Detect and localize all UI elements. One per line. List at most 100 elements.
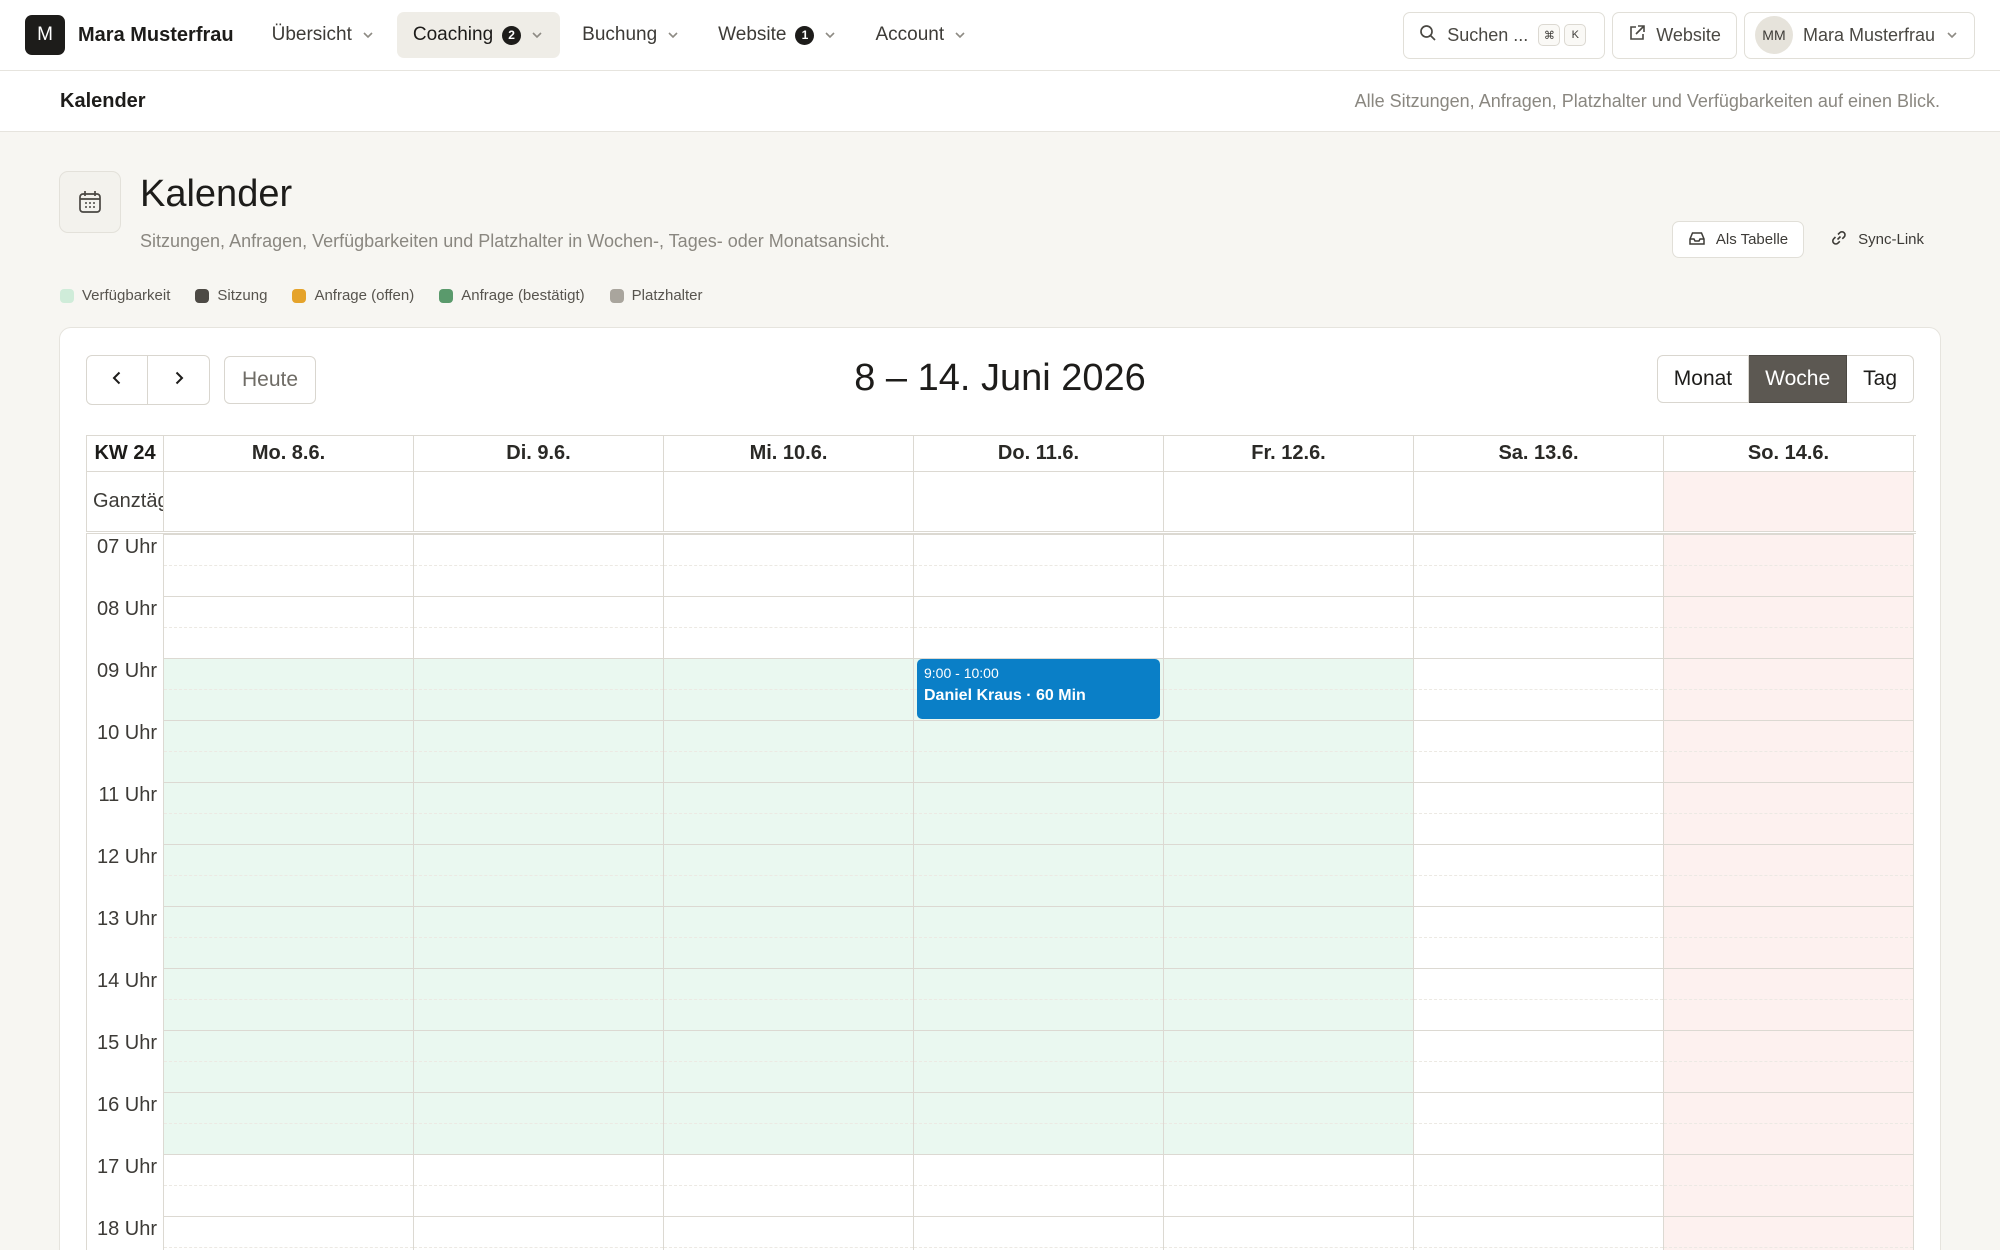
nav-item-buchung[interactable]: Buchung bbox=[566, 12, 696, 58]
chevron-down-icon bbox=[1945, 28, 1959, 42]
legend: Verfügbarkeit Sitzung Anfrage (offen) An… bbox=[60, 287, 703, 304]
sync-link-button[interactable]: Sync-Link bbox=[1814, 221, 1940, 258]
half-hour-gridline bbox=[664, 999, 913, 1000]
brand[interactable]: M Mara Musterfrau bbox=[25, 15, 234, 55]
hour-gridline bbox=[164, 658, 413, 659]
nav-item-website[interactable]: Website 1 bbox=[702, 12, 853, 58]
all-day-cell[interactable] bbox=[1664, 472, 1914, 531]
all-day-cell[interactable] bbox=[1164, 472, 1414, 531]
all-day-cell[interactable] bbox=[914, 472, 1164, 531]
hour-gridline bbox=[1414, 1030, 1663, 1031]
day-header[interactable]: Mi. 10.6. bbox=[664, 436, 914, 471]
hour-gridline bbox=[1664, 968, 1913, 969]
day-header[interactable]: Fr. 12.6. bbox=[1164, 436, 1414, 471]
all-day-cell[interactable] bbox=[414, 472, 664, 531]
top-navigation: M Mara Musterfrau Übersicht Coaching 2 B… bbox=[0, 0, 2000, 71]
view-day-button[interactable]: Tag bbox=[1847, 355, 1914, 403]
day-header[interactable]: Do. 11.6. bbox=[914, 436, 1164, 471]
half-hour-gridline bbox=[164, 937, 413, 938]
previous-week-button[interactable] bbox=[86, 355, 148, 405]
legend-swatch bbox=[195, 288, 210, 303]
half-hour-gridline bbox=[1664, 751, 1913, 752]
hour-gridline bbox=[664, 720, 913, 721]
day-column[interactable] bbox=[164, 534, 414, 1250]
legend-swatch bbox=[292, 288, 307, 303]
user-menu-button[interactable]: MM Mara Musterfrau bbox=[1743, 11, 1975, 59]
half-hour-gridline bbox=[1414, 1061, 1663, 1062]
day-column[interactable] bbox=[1164, 534, 1414, 1250]
half-hour-gridline bbox=[1664, 1247, 1913, 1248]
time-grid[interactable]: 07 Uhr 08 Uhr 09 Uhr 10 Uhr 11 Uhr 12 Uhr 13 U… bbox=[86, 534, 1916, 1250]
half-hour-gridline bbox=[414, 1247, 663, 1248]
hour-gridline bbox=[664, 782, 913, 783]
nav-item-account[interactable]: Account bbox=[859, 12, 983, 58]
search-button[interactable]: Suchen ... ⌘ K bbox=[1403, 11, 1606, 59]
chevron-down-icon bbox=[823, 28, 837, 42]
event-title: Daniel Kraus · 60 Min bbox=[924, 687, 1086, 704]
hour-gridline bbox=[414, 534, 663, 535]
half-hour-gridline bbox=[414, 1061, 663, 1062]
day-column[interactable] bbox=[1414, 534, 1664, 1250]
day-column[interactable] bbox=[664, 534, 914, 1250]
half-hour-gridline bbox=[1414, 813, 1663, 814]
nav-item-uebersicht[interactable]: Übersicht bbox=[256, 12, 391, 58]
hour-gridline bbox=[664, 658, 913, 659]
next-week-button[interactable] bbox=[148, 355, 210, 405]
day-column[interactable] bbox=[1664, 534, 1914, 1250]
all-day-row: Ganztägig bbox=[86, 472, 1916, 534]
day-column[interactable] bbox=[414, 534, 664, 1250]
all-day-cell[interactable] bbox=[664, 472, 914, 531]
open-website-button[interactable]: Website bbox=[1612, 11, 1737, 59]
hour-gridline bbox=[414, 658, 663, 659]
half-hour-gridline bbox=[414, 627, 663, 628]
hour-gridline bbox=[414, 844, 663, 845]
external-link-icon bbox=[1628, 24, 1646, 47]
legend-item-availability: Verfügbarkeit bbox=[60, 287, 170, 304]
day-header[interactable]: So. 14.6. bbox=[1664, 436, 1914, 471]
hour-gridline bbox=[1664, 1216, 1913, 1217]
hour-gridline bbox=[414, 1092, 663, 1093]
half-hour-gridline bbox=[1164, 565, 1413, 566]
half-hour-gridline bbox=[914, 565, 1163, 566]
half-hour-gridline bbox=[1164, 1247, 1413, 1248]
hour-gridline bbox=[1664, 844, 1913, 845]
legend-swatch bbox=[439, 288, 454, 303]
hour-gridline bbox=[164, 1092, 413, 1093]
hour-label: 11 Uhr bbox=[98, 784, 157, 806]
hour-gridline bbox=[1164, 658, 1413, 659]
hour-gridline bbox=[914, 596, 1163, 597]
all-day-cell[interactable] bbox=[164, 472, 414, 531]
view-as-table-button[interactable]: Als Tabelle bbox=[1671, 221, 1805, 258]
chevron-left-icon bbox=[108, 369, 126, 392]
half-hour-gridline bbox=[164, 565, 413, 566]
hour-gridline bbox=[164, 720, 413, 721]
view-week-button[interactable]: Woche bbox=[1749, 355, 1848, 403]
hour-gridline bbox=[664, 968, 913, 969]
hour-gridline bbox=[1664, 1154, 1913, 1155]
half-hour-gridline bbox=[1664, 813, 1913, 814]
day-column[interactable] bbox=[914, 534, 1164, 1250]
nav-item-label: Coaching bbox=[412, 24, 494, 45]
view-month-button[interactable]: Monat bbox=[1656, 355, 1750, 403]
hour-gridline bbox=[164, 782, 413, 783]
half-hour-gridline bbox=[1664, 1061, 1913, 1062]
today-button[interactable]: Heute bbox=[224, 356, 316, 404]
hour-gridline bbox=[414, 720, 663, 721]
half-hour-gridline bbox=[1164, 1185, 1413, 1186]
nav-item-coaching[interactable]: Coaching 2 bbox=[396, 12, 561, 58]
legend-label: Platzhalter bbox=[631, 287, 703, 304]
session-event[interactable]: 9:00 - 10:00 Daniel Kraus · 60 Min bbox=[917, 659, 1160, 719]
hour-gridline bbox=[164, 534, 413, 535]
day-header[interactable]: Mo. 8.6. bbox=[164, 436, 414, 471]
all-day-cell[interactable] bbox=[1414, 472, 1664, 531]
hour-gridline bbox=[1414, 968, 1663, 969]
day-header[interactable]: Di. 9.6. bbox=[414, 436, 664, 471]
day-header[interactable]: Sa. 13.6. bbox=[1414, 436, 1664, 471]
half-hour-gridline bbox=[664, 565, 913, 566]
half-hour-gridline bbox=[414, 937, 663, 938]
hour-gridline bbox=[1164, 534, 1413, 535]
view-switcher: Monat Woche Tag bbox=[1656, 355, 1914, 403]
half-hour-gridline bbox=[1664, 1123, 1913, 1124]
hour-gridline bbox=[1414, 596, 1663, 597]
hour-label: 10 Uhr bbox=[96, 722, 157, 744]
